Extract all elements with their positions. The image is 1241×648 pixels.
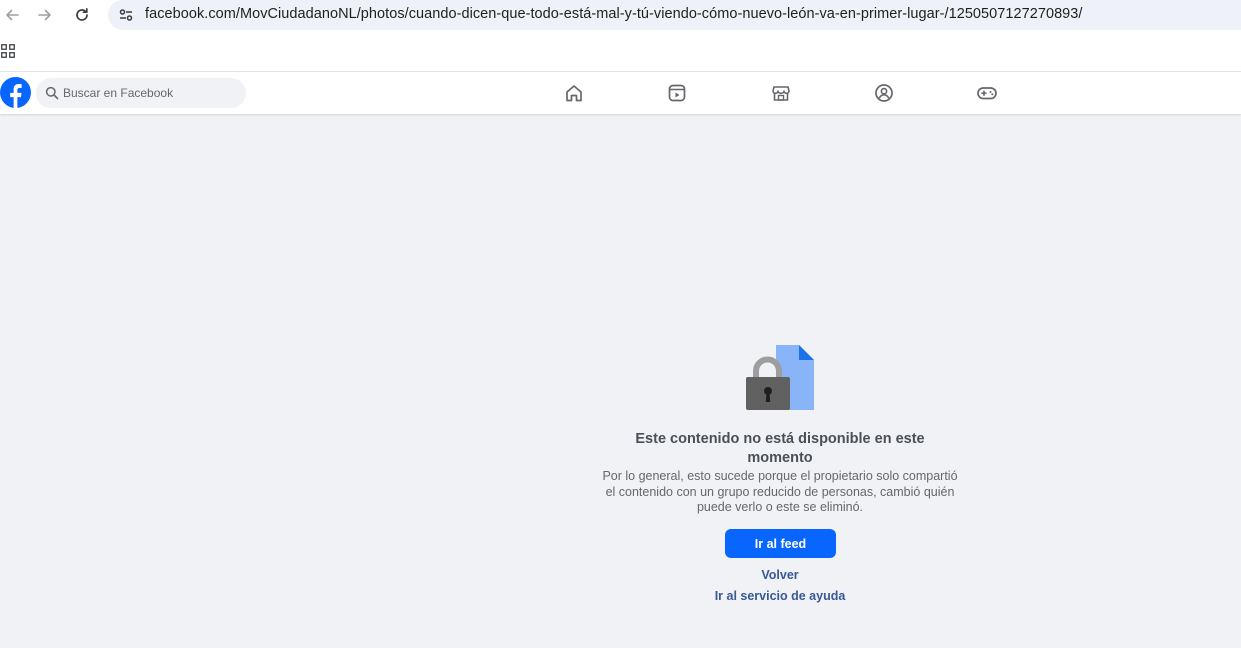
forward-button[interactable] — [33, 3, 57, 27]
tab-gaming[interactable] — [975, 81, 999, 105]
search-box[interactable] — [36, 78, 246, 108]
content-area: Este contenido no está disponible en est… — [0, 114, 1241, 648]
facebook-logo[interactable] — [0, 77, 31, 108]
search-input[interactable] — [63, 78, 238, 108]
unavailable-heading: Este contenido no está disponible en est… — [635, 431, 925, 466]
tune-icon — [119, 9, 133, 21]
facebook-header — [0, 72, 1241, 114]
back-button[interactable] — [0, 3, 24, 27]
tab-marketplace[interactable] — [769, 81, 793, 105]
gaming-icon — [977, 87, 997, 100]
arrow-right-icon — [38, 9, 51, 21]
back-link[interactable]: Volver — [580, 568, 980, 582]
search-icon — [45, 86, 59, 100]
lock-document-icon — [746, 345, 814, 410]
reload-button[interactable] — [70, 3, 94, 27]
home-icon — [566, 85, 582, 102]
go-to-feed-button[interactable]: Ir al feed — [725, 529, 836, 558]
url-text[interactable]: facebook.com/MovCiudadanoNL/photos/cuand… — [145, 6, 1083, 22]
help-center-link[interactable]: Ir al servicio de ayuda — [580, 589, 980, 603]
marketplace-icon — [772, 86, 790, 101]
tab-video[interactable] — [665, 81, 689, 105]
bookmarks-bar — [0, 30, 1241, 72]
arrow-left-icon — [6, 9, 19, 21]
unavailable-description: Por lo general, esto sucede porque el pr… — [602, 469, 958, 514]
browser-toolbar: facebook.com/MovCiudadanoNL/photos/cuand… — [0, 0, 1241, 30]
reload-icon — [76, 7, 88, 21]
tab-groups[interactable] — [872, 81, 896, 105]
groups-icon — [875, 84, 893, 102]
tab-home[interactable] — [562, 81, 586, 105]
site-info-button[interactable] — [116, 5, 136, 25]
apps-grid-icon[interactable] — [1, 44, 15, 58]
address-bar[interactable]: facebook.com/MovCiudadanoNL/photos/cuand… — [108, 0, 1241, 30]
video-icon — [668, 84, 686, 102]
